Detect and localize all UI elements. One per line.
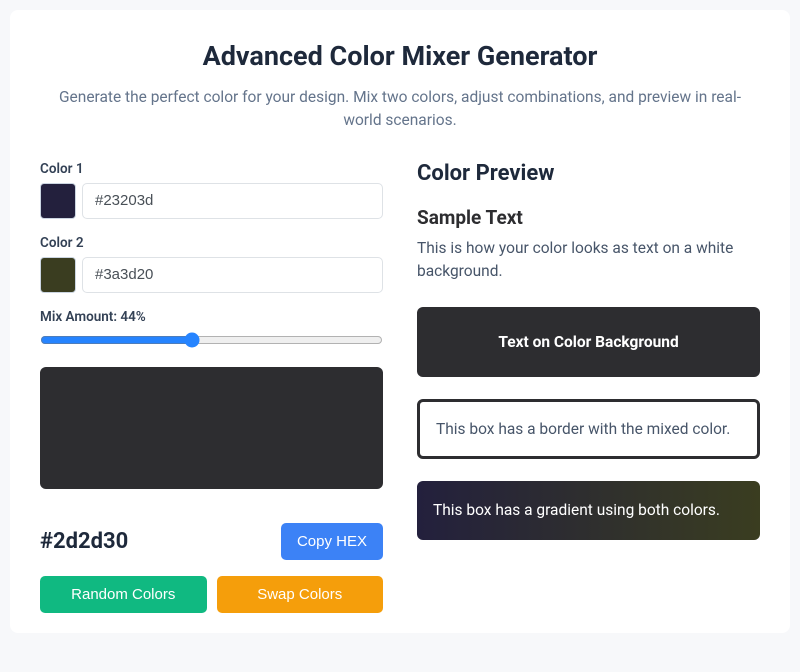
main-container: Advanced Color Mixer Generator Generate … — [10, 10, 790, 633]
random-colors-button[interactable]: Random Colors — [40, 576, 207, 613]
color2-label: Color 2 — [40, 235, 383, 251]
text-on-color-box: Text on Color Background — [417, 307, 760, 377]
color1-label: Color 1 — [40, 161, 383, 177]
color1-hex-input[interactable] — [82, 183, 383, 219]
swap-colors-button[interactable]: Swap Colors — [217, 576, 384, 613]
result-hex-value: #2d2d30 — [40, 529, 128, 554]
copy-hex-button[interactable]: Copy HEX — [281, 523, 383, 560]
page-subtitle: Generate the perfect color for your desi… — [40, 86, 760, 133]
preview-column: Color Preview Sample Text This is how yo… — [417, 161, 760, 613]
preview-heading: Color Preview — [417, 161, 760, 186]
border-sample-box: This box has a border with the mixed col… — [417, 399, 760, 459]
color1-swatch[interactable] — [40, 183, 76, 219]
sample-text-title: Sample Text — [417, 206, 760, 229]
gradient-sample-box: This box has a gradient using both color… — [417, 481, 760, 539]
color2-hex-input[interactable] — [82, 257, 383, 293]
mixed-color-preview — [40, 367, 383, 489]
mix-amount-label: Mix Amount: 44% — [40, 309, 383, 325]
color2-swatch[interactable] — [40, 257, 76, 293]
page-title: Advanced Color Mixer Generator — [40, 40, 760, 72]
sample-text-paragraph: This is how your color looks as text on … — [417, 237, 760, 284]
mix-amount-slider[interactable] — [40, 331, 383, 349]
controls-column: Color 1 Color 2 Mix Amount: 44% #2d2d30 … — [40, 161, 383, 613]
